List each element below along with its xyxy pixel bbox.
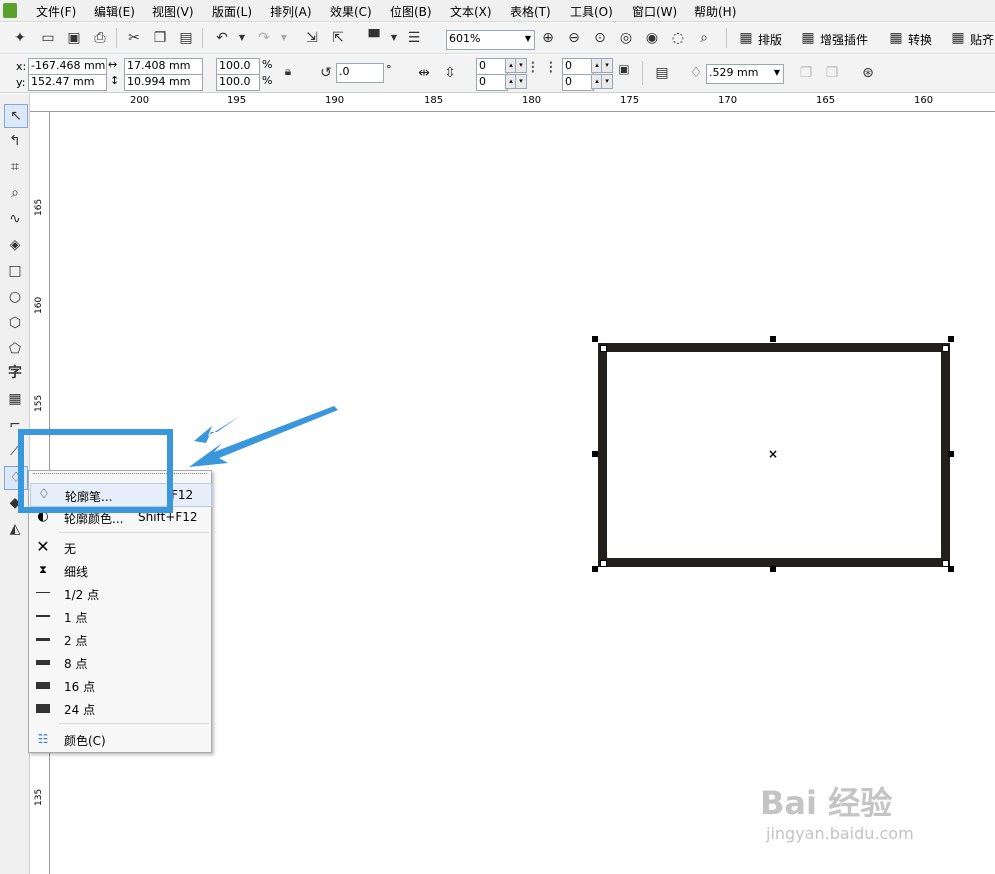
annotation-arrow xyxy=(189,406,338,467)
watermark-logo: Bai 经验 xyxy=(760,784,893,822)
annotation-arrows xyxy=(189,406,338,467)
annotation-arrow xyxy=(194,416,240,443)
watermark-url: jingyan.baidu.com xyxy=(766,824,914,843)
